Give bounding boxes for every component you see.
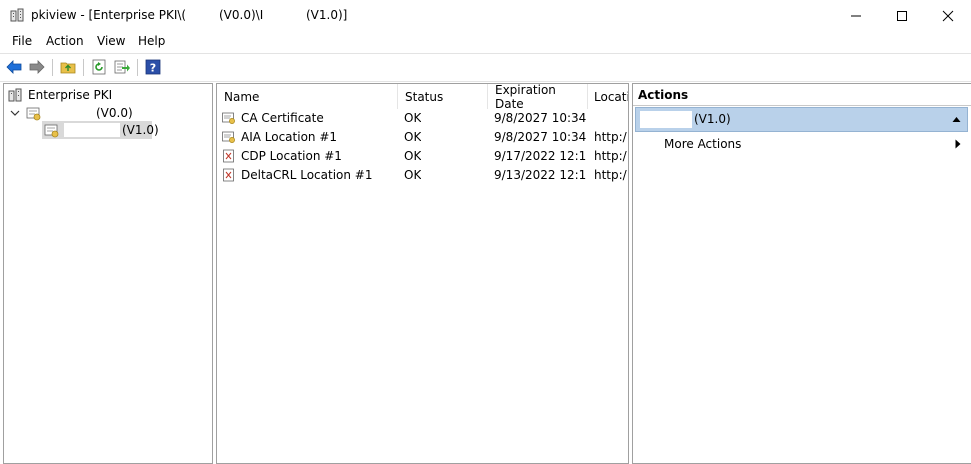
window-title-version-b: (V1.0)] [306, 8, 348, 22]
row-location: http:/ [594, 130, 627, 144]
certificate-icon [222, 131, 235, 143]
actions-pane-title: Actions [633, 84, 971, 106]
row-expiration: 9/17/2022 12:1... [494, 149, 586, 163]
menu-view[interactable]: View [97, 34, 125, 48]
certificate-authority-icon [44, 124, 59, 138]
tree-item-ca-v1[interactable]: (V1.0) [44, 121, 159, 139]
actions-section-label: (V1.0) [694, 112, 731, 126]
toolbar-separator [137, 59, 138, 76]
row-status: OK [404, 111, 422, 125]
refresh-icon [92, 59, 106, 75]
row-status: OK [404, 130, 422, 144]
row-expiration: 9/8/2027 10:34 ... [494, 130, 586, 144]
certificate-authority-icon [26, 107, 41, 121]
actions-section-header[interactable]: (V1.0) [635, 107, 968, 132]
redacted-text [64, 123, 120, 137]
table-row[interactable]: DeltaCRL Location #1 OK 9/13/2022 12:1..… [217, 166, 628, 185]
column-header-status[interactable]: Status [398, 84, 488, 109]
minimize-button[interactable] [833, 0, 879, 31]
toolbar-separator [83, 59, 84, 76]
toolbar: ? [0, 53, 971, 82]
back-arrow-icon [6, 60, 22, 74]
table-row[interactable]: CA Certificate OK 9/8/2027 10:34 ... [217, 109, 628, 128]
chevron-down-icon[interactable] [10, 108, 20, 118]
folder-up-icon [60, 62, 76, 74]
chevron-right-icon[interactable] [955, 139, 961, 149]
row-location: http:/ [594, 149, 627, 163]
forward-arrow-icon [29, 60, 45, 74]
minimize-icon [851, 15, 861, 16]
close-button[interactable] [925, 0, 971, 31]
row-name: CA Certificate [241, 111, 324, 125]
pki-app-icon [10, 8, 24, 22]
tree-item-ca-v0[interactable]: (V0.0) [26, 104, 133, 122]
tree-item-label: (V1.0) [122, 123, 159, 137]
row-location: http:/ [594, 168, 627, 182]
menu-action[interactable]: Action [46, 34, 84, 48]
redacted-text [640, 111, 692, 128]
menu-file[interactable]: File [12, 34, 32, 48]
row-name: DeltaCRL Location #1 [241, 168, 373, 182]
export-list-button[interactable] [113, 58, 131, 76]
help-icon: ? [145, 59, 161, 75]
close-icon [942, 10, 954, 21]
row-status: OK [404, 168, 422, 182]
tree-item-enterprise-pki[interactable]: Enterprise PKI [8, 86, 112, 104]
forward-button[interactable] [28, 58, 46, 76]
row-expiration: 9/8/2027 10:34 ... [494, 111, 586, 125]
more-actions-link[interactable]: More Actions [664, 137, 741, 151]
table-row[interactable]: AIA Location #1 OK 9/8/2027 10:34 ... ht… [217, 128, 628, 147]
row-name: CDP Location #1 [241, 149, 342, 163]
svg-text:?: ? [150, 62, 156, 75]
collapse-up-icon[interactable] [952, 116, 961, 123]
column-header-expiration[interactable]: Expiration Date [488, 83, 588, 111]
certificate-icon [222, 112, 235, 124]
maximize-icon [897, 10, 907, 21]
column-header-name[interactable]: Name [217, 84, 398, 109]
table-row[interactable]: CDP Location #1 OK 9/17/2022 12:1... htt… [217, 147, 628, 166]
menu-help[interactable]: Help [138, 34, 165, 48]
tree-item-label: (V0.0) [96, 106, 133, 120]
row-status: OK [404, 149, 422, 163]
console-tree-pane: Enterprise PKI (V0.0) (V1.0) [3, 83, 213, 464]
title-bar: pkiview - [Enterprise PKI\( (V0.0)\I (V1… [0, 0, 971, 31]
window-title-version-a: (V0.0)\I [219, 8, 264, 22]
crl-icon [223, 168, 234, 182]
export-list-icon [114, 60, 130, 74]
tree-item-label: Enterprise PKI [28, 88, 113, 102]
menu-bar: File Action View Help [0, 31, 971, 52]
row-expiration: 9/13/2022 12:1... [494, 168, 586, 182]
crl-icon [223, 149, 234, 163]
toolbar-separator [52, 59, 53, 76]
enterprise-pki-icon [8, 88, 22, 102]
actions-pane: Actions (V1.0) More Actions [632, 83, 971, 464]
up-one-level-button[interactable] [59, 58, 77, 76]
row-name: AIA Location #1 [241, 130, 338, 144]
back-button[interactable] [5, 58, 23, 76]
refresh-button[interactable] [90, 58, 108, 76]
window-title: pkiview - [Enterprise PKI\( [31, 8, 187, 22]
results-list-pane: Name Status Expiration Date Locati CA Ce… [216, 83, 629, 464]
column-header-location[interactable]: Locati [588, 84, 628, 109]
help-button[interactable]: ? [144, 58, 162, 76]
maximize-button[interactable] [879, 0, 925, 31]
